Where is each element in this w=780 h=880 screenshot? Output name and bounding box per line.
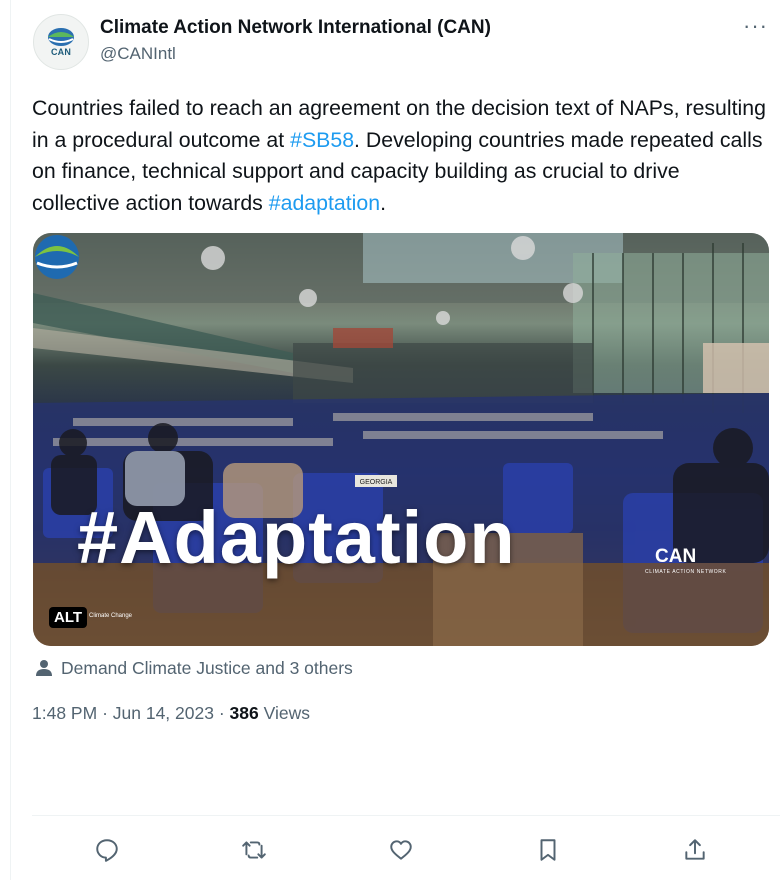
reply-icon <box>96 839 118 862</box>
image-overlay-hashtag: #Adaptation <box>77 496 516 579</box>
views-label: Views <box>263 703 310 723</box>
bookmark-icon <box>540 839 556 861</box>
views-count: 386 <box>229 703 259 723</box>
tweet-text: Countries failed to reach an agreement o… <box>32 93 772 219</box>
divider <box>32 815 780 816</box>
hashtag-link[interactable]: #SB58 <box>290 128 354 152</box>
share-icon <box>685 839 705 860</box>
more-options-icon[interactable]: ··· <box>743 13 768 39</box>
retweet-icon <box>242 841 266 859</box>
alt-text-badge[interactable]: ALT <box>49 607 88 628</box>
reply-button[interactable] <box>89 832 125 868</box>
bookmark-button[interactable] <box>530 832 566 868</box>
tweet-text-part: . <box>380 190 386 215</box>
tagged-users[interactable]: Demand Climate Justice and 3 others <box>35 656 353 680</box>
image-caption-small: Climate Change <box>89 613 133 619</box>
retweet-button[interactable] <box>236 832 272 868</box>
tweet-time[interactable]: 1:48 PM <box>32 703 97 723</box>
heart-icon <box>390 840 412 860</box>
person-icon <box>36 660 52 676</box>
meta-separator: · <box>102 703 108 723</box>
tweet-date[interactable]: Jun 14, 2023 <box>113 703 214 723</box>
avatar-label: CAN <box>50 47 72 57</box>
can-logo-text: CAN <box>655 546 697 567</box>
meta-separator: · <box>218 703 225 723</box>
tweet-image[interactable]: GEORGIA #Adaptation CAN CLIMATE ACTION N… <box>33 233 769 646</box>
display-name[interactable]: Climate Action Network International (CA… <box>100 17 491 39</box>
tweet-meta: 1:48 PM · Jun 14, 2023 · 386 Views <box>32 703 310 724</box>
can-logo-icon <box>35 235 79 279</box>
user-handle[interactable]: @CANIntl <box>100 44 176 64</box>
can-logo-subtext: CLIMATE ACTION NETWORK <box>645 569 727 575</box>
can-avatar-logo-icon <box>48 28 74 46</box>
like-button[interactable] <box>383 832 419 868</box>
svg-text:GEORGIA: GEORGIA <box>360 479 393 486</box>
action-bar <box>11 832 780 868</box>
tweet-card[interactable]: CAN Climate Action Network International… <box>11 0 780 880</box>
conference-hall-illustration: GEORGIA <box>33 233 769 646</box>
tagged-users-label: Demand Climate Justice and 3 others <box>61 657 353 678</box>
avatar[interactable]: CAN <box>33 14 89 70</box>
share-button[interactable] <box>677 832 713 868</box>
hashtag-link[interactable]: #adaptation <box>269 191 380 215</box>
